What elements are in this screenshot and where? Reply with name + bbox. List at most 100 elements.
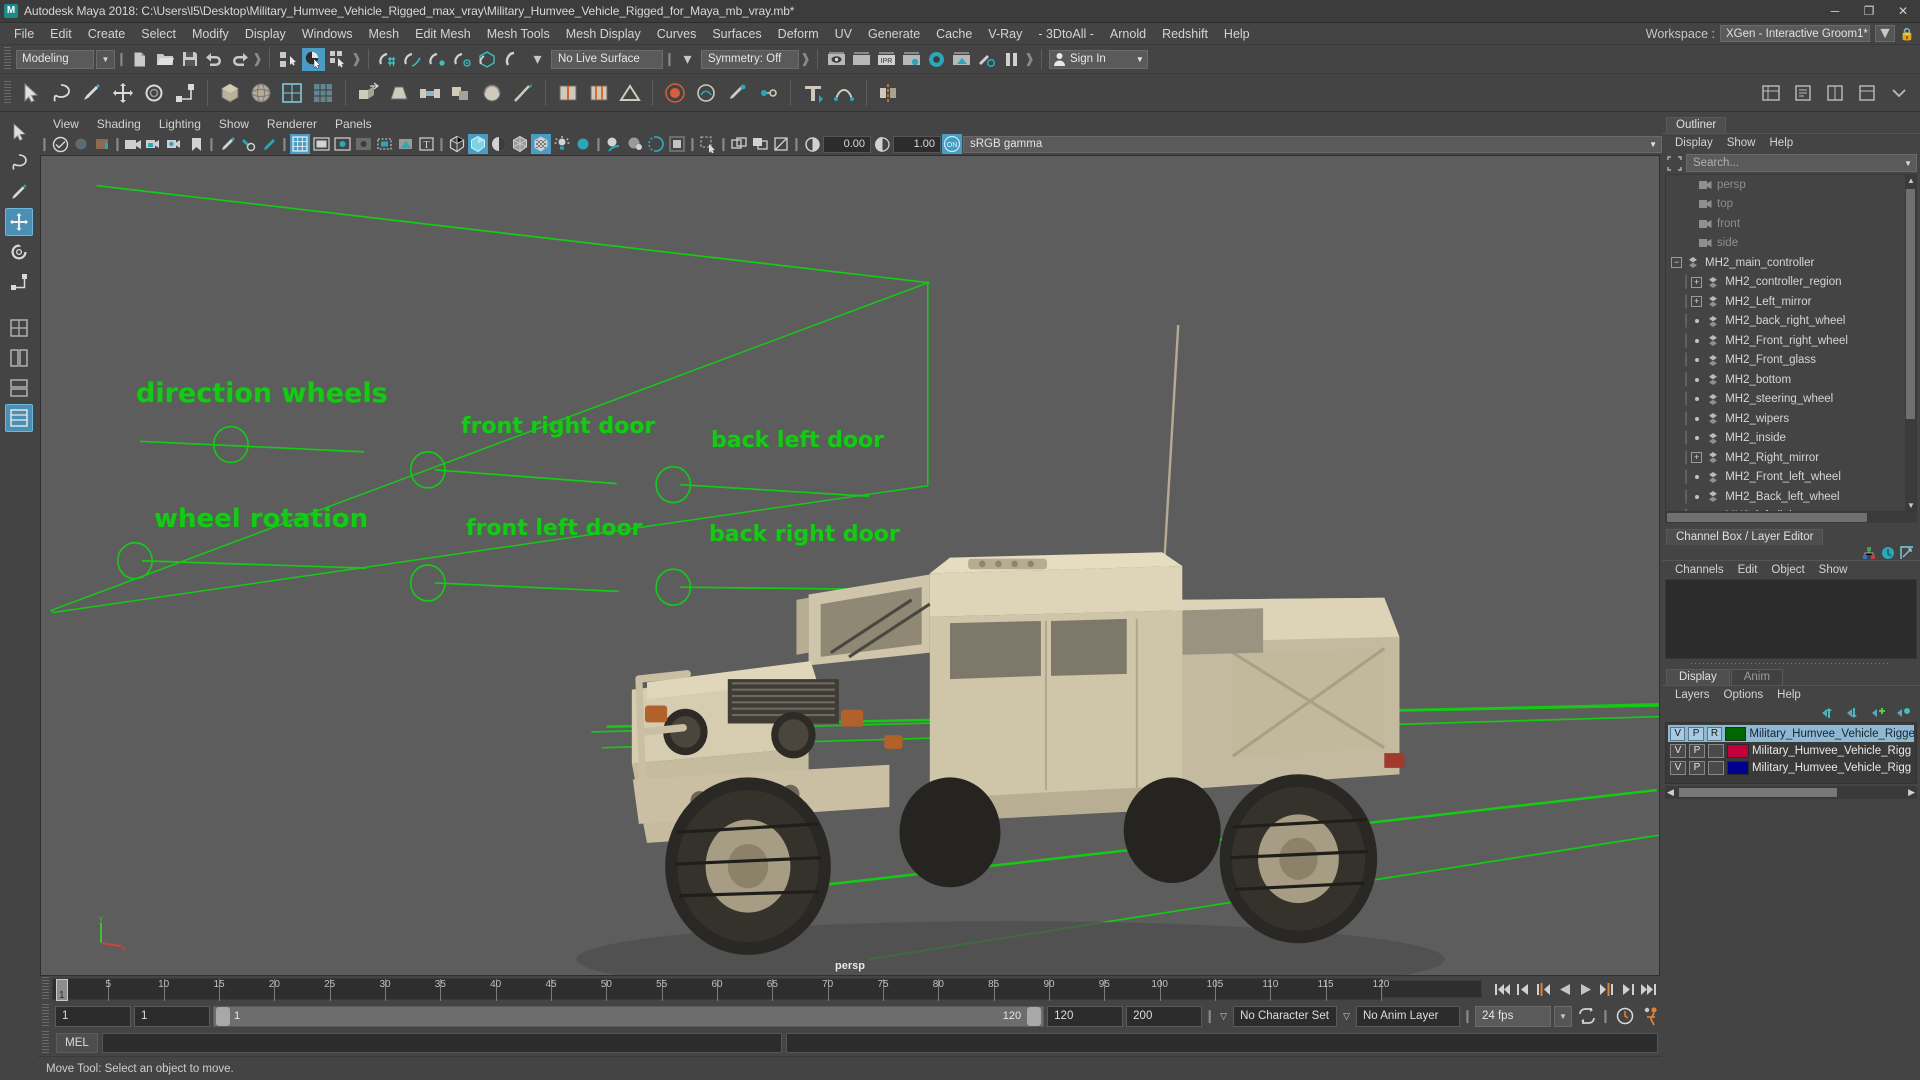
target-weld-icon[interactable]	[753, 78, 783, 108]
outliner-vscroll-thumb[interactable]	[1906, 189, 1915, 419]
play-forwards-icon[interactable]	[1576, 980, 1595, 999]
move-layer-up-icon[interactable]	[1822, 707, 1837, 719]
outliner-hscrollbar[interactable]	[1665, 512, 1917, 523]
outliner-item[interactable]: │ + MH2_controller_region	[1666, 273, 1916, 293]
new-scene-icon[interactable]	[128, 48, 151, 71]
snapshot-icon[interactable]	[238, 134, 258, 154]
go-to-end-icon[interactable]	[1639, 980, 1658, 999]
menu-redshift[interactable]: Redshift	[1154, 25, 1216, 43]
pause-render-icon[interactable]	[1000, 48, 1023, 71]
character-set-chevron-icon[interactable]: ▽	[1217, 1011, 1230, 1022]
layer-playback-toggle[interactable]: P	[1689, 743, 1705, 758]
outliner-item[interactable]: side	[1666, 234, 1916, 254]
cb-menu-object[interactable]: Object	[1764, 563, 1811, 577]
menu-modify[interactable]: Modify	[184, 25, 237, 43]
shaded-wireframe-icon[interactable]	[510, 134, 530, 154]
outliner-tree[interactable]: persp top front side − MH2_main_controller │ + M…	[1665, 174, 1917, 512]
previous-key-icon[interactable]	[1534, 980, 1553, 999]
quad-draw-icon[interactable]	[722, 78, 752, 108]
smooth-shade-icon[interactable]	[468, 134, 488, 154]
multisample-icon[interactable]	[667, 134, 687, 154]
type-tool-icon[interactable]	[798, 78, 828, 108]
gamma-icon[interactable]	[872, 134, 892, 154]
image-plane-icon[interactable]	[92, 134, 112, 154]
menuset-select[interactable]: Modeling	[16, 49, 94, 69]
layer-display-type-toggle[interactable]: R	[1706, 726, 1723, 741]
menu-select[interactable]: Select	[133, 25, 184, 43]
attribute-editor-icon[interactable]	[1788, 78, 1818, 108]
svg-tool-icon[interactable]	[829, 78, 859, 108]
symmetry-field[interactable]: Symmetry: Off	[701, 49, 799, 69]
loop-playback-icon[interactable]	[1575, 1005, 1598, 1028]
outliner-item[interactable]: │ MH2_inside	[1666, 429, 1916, 449]
crease-tool-icon[interactable]	[615, 78, 645, 108]
chevron-down-icon[interactable]: ▼	[1904, 159, 1912, 168]
layer-color-swatch[interactable]	[1727, 743, 1749, 758]
outliner-toggle-icon[interactable]	[1852, 78, 1882, 108]
toolbox-more-icon[interactable]	[1884, 78, 1914, 108]
xray-joints-icon[interactable]	[395, 134, 415, 154]
move-layer-down-icon[interactable]	[1847, 707, 1862, 719]
script-language-button[interactable]: MEL	[56, 1033, 98, 1053]
scroll-right-icon[interactable]: ▶	[1908, 787, 1915, 798]
paint-select-tool-icon[interactable]	[77, 78, 107, 108]
bookmark-sphere-icon[interactable]	[71, 134, 91, 154]
clear-grease-pencil-icon[interactable]	[259, 134, 279, 154]
expander-icon[interactable]: +	[1691, 452, 1703, 464]
range-end-handle[interactable]	[1027, 1006, 1042, 1026]
layer-row[interactable]: V P R Military_Humvee_Vehicle_Rigged	[1668, 725, 1914, 742]
live-surface-field[interactable]: No Live Surface	[551, 49, 663, 69]
texture-display-icon[interactable]	[531, 134, 551, 154]
outliner-item[interactable]: │ MH2_wipers	[1666, 409, 1916, 429]
outliner-menu-show[interactable]: Show	[1720, 136, 1763, 150]
menu-mesh[interactable]: Mesh	[361, 25, 408, 43]
layout-single-icon[interactable]	[5, 314, 33, 342]
text-overlay-icon[interactable]: T	[416, 134, 436, 154]
tab-outliner[interactable]: Outliner	[1666, 117, 1727, 133]
mirror-icon[interactable]	[874, 78, 904, 108]
live-surface-chevron-icon[interactable]: ▾	[526, 48, 549, 71]
tab-anim-layers[interactable]: Anim	[1730, 669, 1783, 685]
layer-color-swatch[interactable]	[1727, 760, 1749, 775]
cb-menu-channels[interactable]: Channels	[1668, 563, 1731, 577]
smooth-icon[interactable]	[477, 78, 507, 108]
snap-to-grid-icon[interactable]	[376, 48, 399, 71]
new-layer-from-selected-icon[interactable]	[1897, 707, 1912, 719]
menu-arnold[interactable]: Arnold	[1102, 25, 1154, 43]
insert-edge-loop-icon[interactable]	[553, 78, 583, 108]
range-end-field[interactable]: 120	[1047, 1005, 1124, 1027]
maximize-button[interactable]: ❐	[1852, 0, 1886, 22]
expander-icon[interactable]: +	[1691, 296, 1703, 308]
sign-in-button[interactable]: Sign In ▼	[1049, 49, 1148, 69]
command-line-drag-handle[interactable]	[42, 1031, 49, 1055]
outliner-item[interactable]: │ MH2_bottom	[1666, 370, 1916, 390]
bridge-icon[interactable]	[415, 78, 445, 108]
outliner-item[interactable]: │ MH2_steering_wheel	[1666, 390, 1916, 410]
play-backwards-icon[interactable]	[1555, 980, 1574, 999]
menu-create[interactable]: Create	[80, 25, 134, 43]
vp-menu-renderer[interactable]: Renderer	[258, 116, 326, 132]
range-start-handle[interactable]	[216, 1006, 230, 1026]
channel-box-icon[interactable]	[1862, 546, 1876, 560]
menu-file[interactable]: File	[6, 25, 42, 43]
offset-edge-loop-icon[interactable]	[584, 78, 614, 108]
persp-viewport[interactable]: HMZPBG	[40, 155, 1660, 976]
hypershade-icon[interactable]	[925, 48, 948, 71]
polygon-cube-icon[interactable]	[215, 78, 245, 108]
layer-hscroll-thumb[interactable]	[1679, 788, 1837, 797]
fps-select[interactable]: 24 fps	[1475, 1005, 1551, 1027]
select-hierarchy-icon[interactable]	[277, 48, 300, 71]
render-settings-icon[interactable]	[900, 48, 923, 71]
symmetry-chevron-icon[interactable]: ▾	[676, 48, 699, 71]
menu-generate[interactable]: Generate	[860, 25, 928, 43]
select-tool-icon[interactable]	[15, 78, 45, 108]
go-to-start-icon[interactable]	[1492, 980, 1511, 999]
scale-tool-button[interactable]	[5, 268, 33, 296]
bevel-icon[interactable]	[384, 78, 414, 108]
outliner-item[interactable]: top	[1666, 195, 1916, 215]
animation-preferences-icon[interactable]	[1639, 1005, 1662, 1028]
extrude-icon[interactable]	[353, 78, 383, 108]
layer-playback-toggle[interactable]: P	[1689, 760, 1705, 775]
snap-to-projected-center-icon[interactable]	[451, 48, 474, 71]
gamma-field[interactable]: 1.00	[893, 135, 941, 153]
